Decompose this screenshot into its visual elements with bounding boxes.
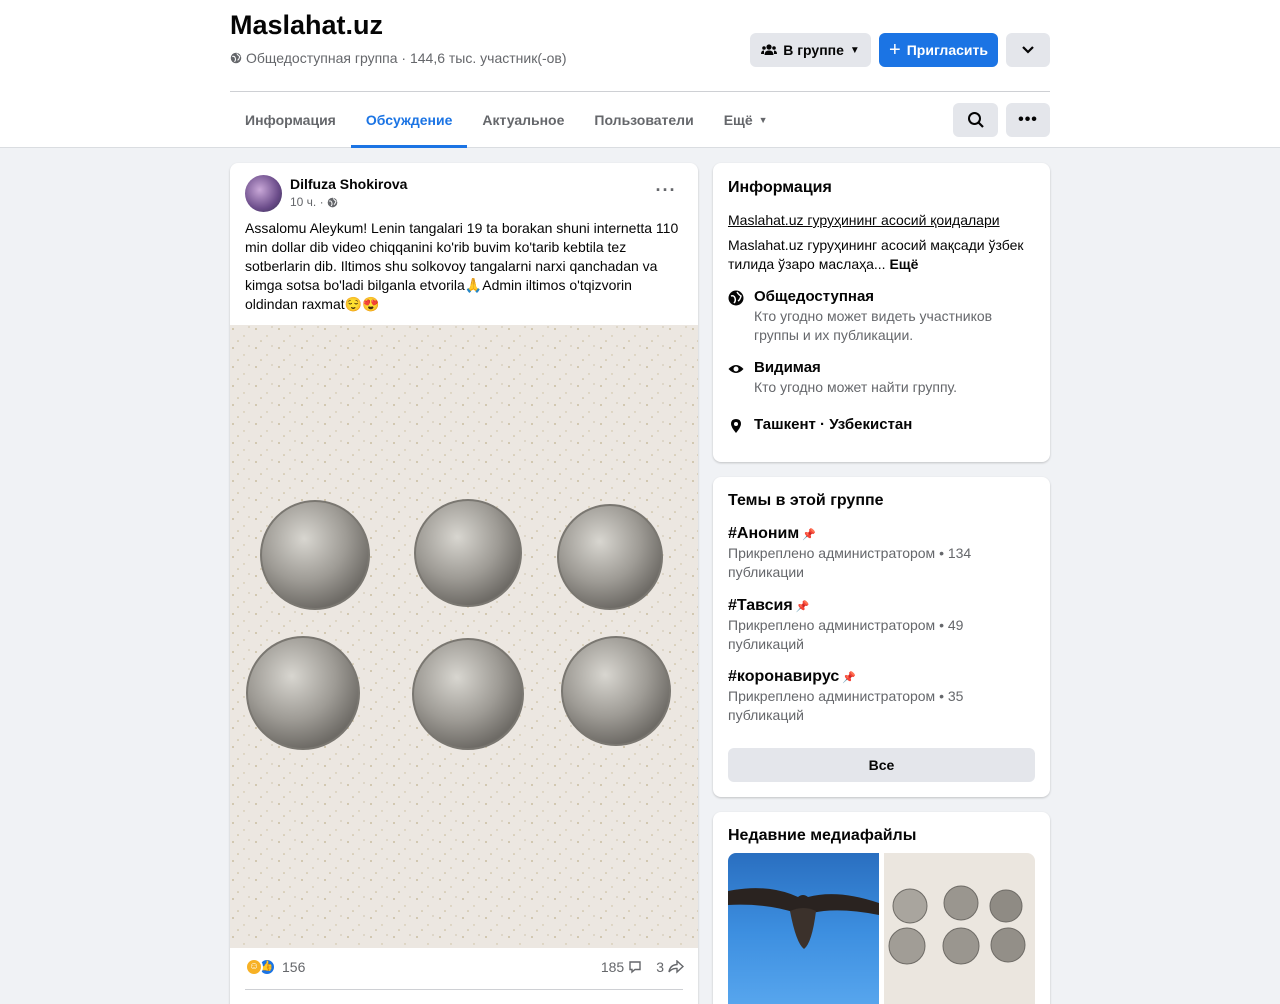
media-thumbnail[interactable] xyxy=(728,853,879,1004)
group-title[interactable]: Maslahat.uz xyxy=(230,10,383,41)
tab-members[interactable]: Пользователи xyxy=(579,92,708,148)
chevron-down-icon xyxy=(1022,46,1034,54)
post-options-button[interactable]: ··· xyxy=(650,179,682,203)
group-subtitle-text: Общедоступная группа · 144,6 тыс. участн… xyxy=(246,50,567,66)
info-title: Информация xyxy=(728,179,832,196)
rules-link[interactable]: Maslahat.uz гуруҳининг асосий қоидалари xyxy=(728,212,1000,228)
post-meta: 10 ч. · xyxy=(290,195,338,209)
privacy-title: Общедоступная xyxy=(754,288,875,305)
reactions-count: 156 xyxy=(282,959,306,975)
haha-reaction-icon: ☺ xyxy=(245,958,263,976)
plus-icon: + xyxy=(889,39,901,61)
post-counts: 185 3 xyxy=(601,955,684,979)
globe-icon xyxy=(230,52,242,64)
tabs-more-button[interactable]: ••• xyxy=(1006,103,1050,137)
post-text: Assalomu Aleykum! Lenin tangalari 19 ta … xyxy=(245,220,679,312)
post-author[interactable]: Dilfuza Shokirova xyxy=(290,176,407,192)
group-tabs: Информация Обсуждение Актуальное Пользов… xyxy=(230,92,783,148)
header-more-button[interactable] xyxy=(1006,33,1050,67)
media-card: Недавние медиафайлы xyxy=(713,812,1050,1004)
avatar[interactable] xyxy=(245,175,282,212)
media-thumbnail[interactable] xyxy=(884,853,1035,1004)
actions-divider xyxy=(245,989,683,990)
post-time[interactable]: 10 ч. · xyxy=(290,195,324,209)
search-button[interactable] xyxy=(953,103,998,137)
globe-icon xyxy=(327,197,337,207)
caret-down-icon: ▼ xyxy=(849,44,860,56)
comments-count-link[interactable]: 185 xyxy=(601,959,642,975)
post-card: Dilfuza Shokirova 10 ч. · ··· Assalomu A… xyxy=(230,163,698,1004)
location-text[interactable]: Ташкент · Узбекистан xyxy=(754,416,912,434)
media-title: Недавние медиафайлы xyxy=(728,827,917,844)
caret-down-icon: ▼ xyxy=(758,115,768,125)
coins-photo xyxy=(230,325,698,948)
reactions-summary[interactable]: ☺ 👍 156 xyxy=(245,955,305,979)
shares-count-link[interactable]: 3 xyxy=(656,959,684,975)
see-all-topics-button[interactable]: Все xyxy=(728,748,1035,782)
search-icon xyxy=(967,112,984,128)
location-row: Ташкент · Узбекистан xyxy=(728,416,1038,434)
globe-icon xyxy=(728,290,744,306)
topics-card: Темы в этой группе #Аноним 📌 Прикреплено … xyxy=(713,477,1050,797)
location-pin-icon xyxy=(731,419,741,433)
privacy-row: Общедоступная Кто угодно может видеть уч… xyxy=(728,288,1038,345)
tab-more[interactable]: Ещё ▼ xyxy=(709,92,783,148)
joined-button[interactable]: В группе ▼ xyxy=(750,33,871,67)
pin-icon: 📌 xyxy=(842,671,856,684)
visibility-title: Видимая xyxy=(754,359,821,376)
group-description: Maslahat.uz гуруҳининг асосий мақсади ўз… xyxy=(728,237,1024,272)
share-icon xyxy=(668,960,684,974)
comment-icon xyxy=(629,961,641,974)
topics-title: Темы в этой группе xyxy=(728,492,884,509)
topic-item[interactable]: #Аноним 📌 Прикреплено администратором • 1… xyxy=(728,525,1038,582)
visibility-subtitle: Кто угодно может найти группу. xyxy=(754,379,958,395)
eagle-photo xyxy=(728,888,879,949)
topic-item[interactable]: #Тавсия 📌 Прикреплено администратором • 4… xyxy=(728,597,1038,654)
coins-thumbnail xyxy=(888,885,1026,965)
invite-button[interactable]: + Пригласить xyxy=(879,33,998,67)
tab-info[interactable]: Информация xyxy=(230,92,351,148)
group-header: Maslahat.uz Общедоступная группа · 144,6… xyxy=(0,0,1280,148)
joined-label: В группе xyxy=(783,42,844,58)
tab-discussion[interactable]: Обсуждение xyxy=(350,92,468,148)
tab-featured[interactable]: Актуальное xyxy=(467,92,579,148)
pin-icon: 📌 xyxy=(795,600,810,613)
invite-label: Пригласить xyxy=(906,42,988,58)
members-icon xyxy=(761,44,778,55)
visibility-row: Видимая Кто угодно может найти группу. xyxy=(728,359,1038,397)
group-subtitle: Общедоступная группа · 144,6 тыс. участн… xyxy=(230,50,567,66)
eye-icon xyxy=(728,365,744,373)
info-card: Информация Maslahat.uz гуруҳининг асосий… xyxy=(713,163,1050,462)
privacy-subtitle: Кто угодно может видеть участников групп… xyxy=(754,308,993,343)
description-more-link[interactable]: Ещё xyxy=(889,256,918,272)
post-photo[interactable] xyxy=(230,325,698,948)
topic-item[interactable]: #коронавирус 📌 Прикреплено администраторо… xyxy=(728,668,1038,725)
pin-icon: 📌 xyxy=(802,528,816,541)
dots-icon: ••• xyxy=(1018,111,1038,128)
